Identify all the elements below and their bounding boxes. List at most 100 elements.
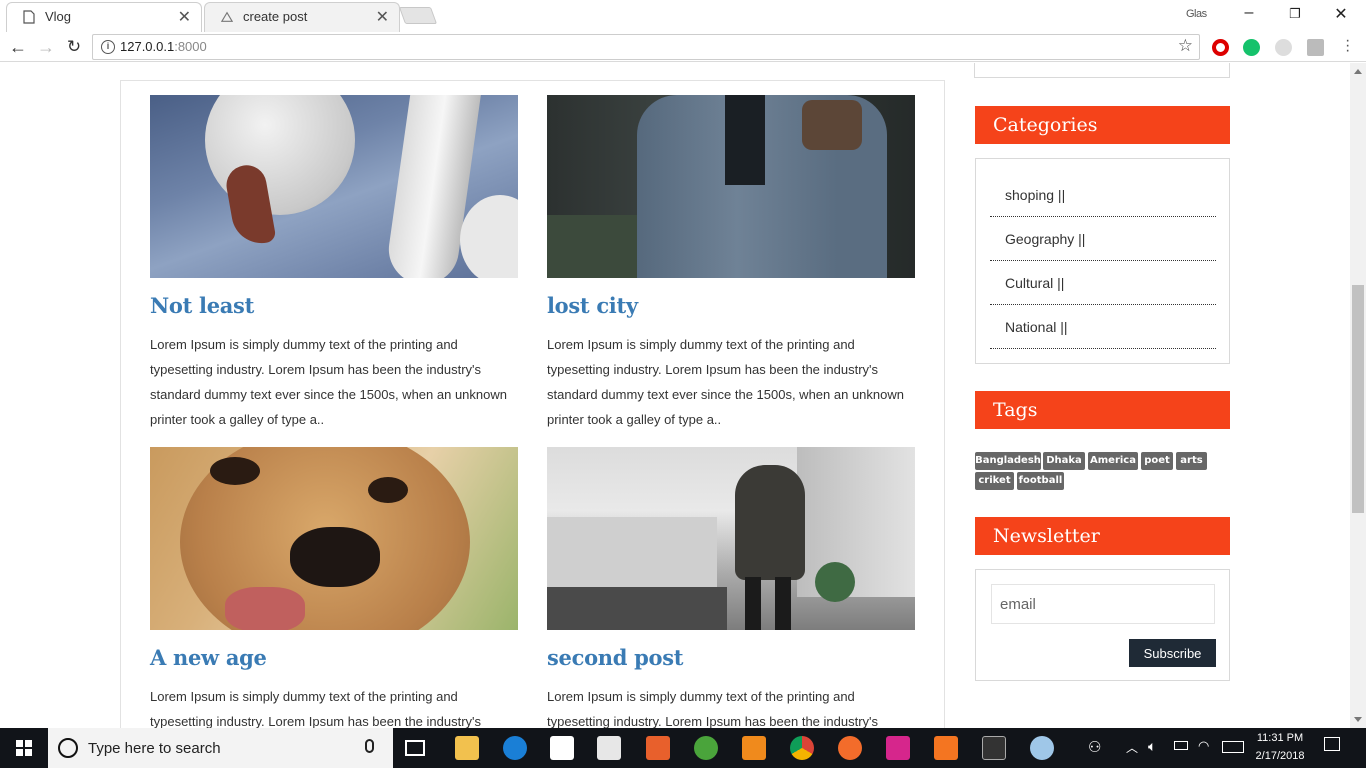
jacket-photo[interactable] (547, 95, 915, 278)
tag[interactable]: Dhaka (1043, 452, 1085, 470)
reload-icon[interactable]: ↻ (63, 36, 85, 58)
category-item[interactable]: Geography || (990, 217, 1216, 261)
page-viewport: Not least Lorem Ipsum is simply dummy te… (0, 63, 1350, 728)
category-label[interactable]: Geography || (1005, 231, 1085, 247)
minimize-button[interactable]: – (1226, 4, 1272, 26)
info-icon[interactable]: i (101, 40, 115, 54)
clock-date[interactable]: 2/17/2018 (1250, 750, 1310, 762)
category-label[interactable]: National || (1005, 319, 1068, 335)
scroll-up-icon[interactable] (1354, 69, 1362, 74)
category-item[interactable]: Cultural || (990, 261, 1216, 305)
category-label[interactable]: Cultural || (1005, 275, 1064, 291)
terminal-icon[interactable] (982, 736, 1006, 760)
wamp-icon[interactable] (886, 736, 910, 760)
tag[interactable]: poet (1141, 452, 1173, 470)
page-icon (23, 10, 35, 24)
post-card: second post Lorem Ipsum is simply dummy … (547, 447, 915, 728)
chevron-up-icon[interactable]: ︿ (1126, 739, 1138, 756)
post-excerpt: Lorem Ipsum is simply dummy text of the … (547, 689, 879, 728)
cortana-icon[interactable] (58, 738, 78, 758)
page-scrollbar[interactable] (1350, 63, 1366, 728)
address-bar[interactable]: i 127.0.0.1:8000 ☆ (92, 34, 1200, 60)
wifi-icon[interactable]: ◠ (1198, 738, 1209, 754)
category-item[interactable]: shoping || (990, 173, 1216, 217)
star-icon[interactable]: ☆ (1178, 36, 1193, 56)
notification-icon[interactable] (1324, 737, 1340, 751)
tag[interactable]: arts (1176, 452, 1207, 470)
mail-icon[interactable] (550, 736, 574, 760)
close-icon[interactable]: ✕ (178, 7, 191, 27)
post-card: A new age Lorem Ipsum is simply dummy te… (150, 447, 518, 728)
newsletter-heading: Newsletter (975, 517, 1230, 555)
speaker-app-icon[interactable] (646, 736, 670, 760)
newsletter-form: Subscribe (975, 569, 1230, 681)
volume-icon[interactable]: 🔈︎ (1148, 738, 1156, 755)
post-title[interactable]: Not least (150, 293, 254, 318)
new-tab-button[interactable] (398, 7, 438, 24)
file-explorer-icon[interactable] (455, 736, 479, 760)
swan-photo[interactable] (150, 95, 518, 278)
street-photo[interactable] (547, 447, 915, 630)
url-text[interactable]: 127.0.0.1:8000 (120, 39, 207, 54)
xampp-icon[interactable] (934, 736, 958, 760)
dog-photo[interactable] (150, 447, 518, 630)
tags-heading: Tags (975, 391, 1230, 429)
forward-arrow-icon[interactable]: → (35, 36, 57, 58)
tag[interactable]: football (1017, 472, 1064, 490)
tab-label: create post (243, 9, 308, 24)
pdf-extension-icon[interactable] (1307, 39, 1324, 56)
tab-vlog[interactable]: Vlog ✕ (6, 2, 202, 32)
email-field[interactable] (991, 584, 1215, 624)
utorrent-icon[interactable] (694, 736, 718, 760)
battery-icon[interactable] (1174, 741, 1188, 750)
post-excerpt: Lorem Ipsum is simply dummy text of the … (150, 337, 507, 427)
restore-button[interactable]: ❐ (1272, 6, 1318, 28)
categories-heading: Categories (975, 106, 1230, 144)
tab-create-post[interactable]: create post ✕ (204, 2, 400, 32)
sidebar-widget (974, 63, 1230, 78)
microphone-icon[interactable] (365, 739, 374, 753)
scrollbar-thumb[interactable] (1352, 285, 1364, 513)
sublime-text-icon[interactable] (742, 736, 766, 760)
paint-palette-icon[interactable] (1030, 736, 1054, 760)
browser-titlebar: Vlog ✕ create post ✕ Glas – ❐ ✕ (0, 0, 1366, 32)
post-title[interactable]: second post (547, 645, 683, 670)
post-card: Not least Lorem Ipsum is simply dummy te… (150, 95, 518, 427)
chrome-icon[interactable] (790, 736, 814, 760)
post-excerpt: Lorem Ipsum is simply dummy text of the … (150, 689, 482, 728)
back-arrow-icon[interactable]: ← (7, 36, 29, 58)
tag[interactable]: America (1088, 452, 1138, 470)
grammarly-extension-icon[interactable] (1243, 39, 1260, 56)
close-window-button[interactable]: ✕ (1318, 4, 1364, 26)
tag[interactable]: criket (975, 472, 1014, 490)
close-icon[interactable]: ✕ (376, 7, 389, 27)
search-placeholder[interactable]: Type here to search (88, 740, 221, 757)
scroll-down-icon[interactable] (1354, 717, 1362, 722)
taskbar-search[interactable]: Type here to search (48, 728, 393, 768)
keyboard-icon[interactable] (1222, 741, 1244, 753)
tag[interactable]: Bangladesh (975, 452, 1041, 470)
triangle-icon (221, 11, 233, 22)
windows-taskbar: Type here to search ⚇ ︿ 🔈︎ ◠ 11:31 PM 2/… (0, 728, 1366, 768)
paint-app-icon[interactable] (838, 736, 862, 760)
clock-time[interactable]: 11:31 PM (1250, 732, 1310, 744)
subscribe-button[interactable]: Subscribe (1129, 639, 1216, 667)
menu-dots-icon[interactable]: · · · (1345, 33, 1351, 59)
edge-icon[interactable] (503, 736, 527, 760)
browser-toolbar: ← → ↻ i 127.0.0.1:8000 ☆ · · · (0, 32, 1366, 62)
task-view-icon[interactable] (405, 740, 425, 756)
categories-list: shoping || Geography || Cultural || Nati… (975, 158, 1230, 364)
post-excerpt: Lorem Ipsum is simply dummy text of the … (547, 337, 904, 427)
post-title[interactable]: A new age (150, 645, 267, 670)
post-title[interactable]: lost city (547, 293, 638, 318)
opera-extension-icon[interactable] (1212, 39, 1229, 56)
tab-label: Vlog (45, 9, 72, 24)
profile-name[interactable]: Glas (1186, 8, 1207, 20)
category-item[interactable]: National || (990, 305, 1216, 349)
people-icon[interactable]: ⚇ (1088, 738, 1101, 756)
store-icon[interactable] (597, 736, 621, 760)
extension-icon[interactable] (1275, 39, 1292, 56)
category-label[interactable]: shoping || (1005, 187, 1065, 203)
post-card: lost city Lorem Ipsum is simply dummy te… (547, 95, 915, 427)
windows-start-icon[interactable] (0, 728, 48, 768)
